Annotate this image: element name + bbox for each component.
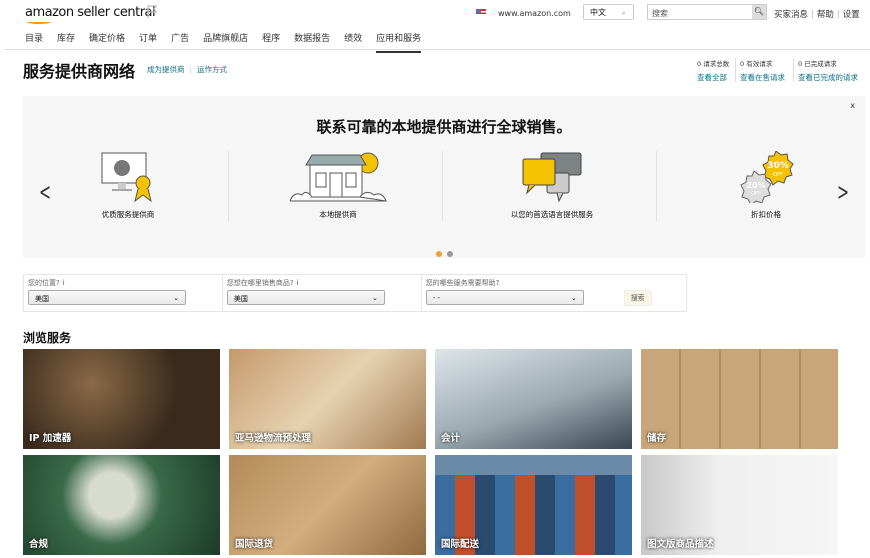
feature-discount-pricing: 30% OFF 20% OFF 折扣价格 xyxy=(661,150,870,219)
browse-heading: 浏览服务 xyxy=(23,331,72,345)
location-select[interactable]: 美国 ⌄ xyxy=(28,290,186,305)
become-provider-link[interactable]: 成为提供商 xyxy=(147,65,185,74)
carousel-dot-2[interactable] xyxy=(447,251,453,257)
close-icon[interactable]: x xyxy=(850,101,855,110)
tile-storage[interactable]: 储存 xyxy=(641,349,838,449)
tile-ip-accelerator[interactable]: IP 加速器 xyxy=(23,349,220,449)
how-it-works-link[interactable]: 运作方式 xyxy=(197,65,227,74)
view-active-link[interactable]: 查看在售请求 xyxy=(740,72,785,83)
divider xyxy=(5,49,870,50)
settings-link[interactable]: 设置 xyxy=(843,10,860,20)
divider xyxy=(442,151,443,221)
tile-accounting[interactable]: 会计 xyxy=(435,349,632,449)
stat-active: 0 有效请求 查看在售请求 xyxy=(740,60,785,83)
tile-international-shipping[interactable]: 国际配送 xyxy=(435,455,632,555)
carousel-dot-1[interactable] xyxy=(436,251,442,257)
discount-badges-icon: 30%OFF20%OFF xyxy=(740,150,794,206)
view-completed-link[interactable]: 查看已完成的请求 xyxy=(798,72,858,83)
tile-international-returns[interactable]: 国际退货 xyxy=(229,455,426,555)
chat-bubbles-icon xyxy=(522,152,582,203)
divider xyxy=(793,58,794,82)
marketplace-site[interactable]: www.amazon.com xyxy=(498,9,571,18)
divider xyxy=(656,151,657,221)
flag-icon[interactable] xyxy=(146,5,158,18)
buyer-messages-link[interactable]: 买家消息 xyxy=(774,10,808,20)
divider xyxy=(735,58,736,82)
search-filters: 您的位置? i 美国 ⌄ 您想在哪里销售商品? i 美国 ⌄ 您的哪些服务需要帮助? - - ⌄… xyxy=(23,274,687,312)
language-select[interactable]: 中文 ⌄ xyxy=(583,4,634,20)
sell-region-select[interactable]: 美国 ⌄ xyxy=(226,290,385,305)
sell-region-filter: 您想在哪里销售商品? i 美国 ⌄ xyxy=(223,275,422,311)
search-box[interactable]: 搜索 🔍︎ xyxy=(647,4,767,20)
service-filter: 您的哪些服务需要帮助? - - ⌄ 搜索 xyxy=(422,275,686,311)
tile-compliance[interactable]: 合规 xyxy=(23,455,220,555)
location-filter: 您的位置? i 美国 ⌄ xyxy=(24,275,223,311)
info-icon[interactable]: i xyxy=(63,279,65,287)
page-links: 成为提供商 | 运作方式 xyxy=(147,65,228,74)
search-input[interactable]: 搜索 xyxy=(648,5,752,19)
amazon-seller-central-logo[interactable]: amazon seller central xyxy=(25,5,156,24)
svg-text:30%: 30% xyxy=(767,161,789,171)
header-links: 买家消息 | 帮助 | 设置 xyxy=(774,10,860,20)
storefront-icon xyxy=(289,152,387,202)
svg-text:OFF: OFF xyxy=(773,172,783,178)
us-flag-icon xyxy=(476,9,486,16)
info-icon[interactable]: i xyxy=(297,279,299,287)
feature-local-providers: 本地提供商 xyxy=(233,151,443,219)
stat-total: 0 请求总数 查看全部 xyxy=(697,60,730,83)
view-all-link[interactable]: 查看全部 xyxy=(697,72,729,83)
page-title: 服务提供商网络 xyxy=(23,62,136,81)
search-button[interactable]: 搜索 xyxy=(623,290,652,306)
feature-quality-providers: 优质服务提供商 xyxy=(23,151,233,219)
chevron-down-icon: ⌄ xyxy=(371,294,378,302)
banner-title: 联系可靠的本地提供商进行全球销售。 xyxy=(316,118,572,136)
help-link[interactable]: 帮助 xyxy=(817,10,834,20)
svg-text:20%: 20% xyxy=(746,181,765,190)
monitor-award-icon xyxy=(101,152,152,203)
divider xyxy=(228,151,229,221)
chevron-down-icon: ⌄ xyxy=(570,294,577,302)
service-select[interactable]: - - ⌄ xyxy=(425,290,584,305)
tile-fba-prep[interactable]: 亚马逊物流预处理 xyxy=(229,349,426,449)
search-icon[interactable]: 🔍︎ xyxy=(752,5,766,19)
stat-completed: 0 已完成请求 查看已完成的请求 xyxy=(798,60,858,83)
feature-preferred-language: 以您的首选语言提供服务 xyxy=(447,151,657,219)
chevron-down-icon: ⌄ xyxy=(620,7,627,16)
promo-carousel: 联系可靠的本地提供商进行全球销售。 x < > 优质服务提供商 本地提供商 以您… xyxy=(23,96,865,258)
tile-a-plus-content[interactable]: 图文版商品描述 xyxy=(641,455,838,555)
svg-text:OFF: OFF xyxy=(751,191,761,197)
chevron-down-icon: ⌄ xyxy=(173,294,179,302)
